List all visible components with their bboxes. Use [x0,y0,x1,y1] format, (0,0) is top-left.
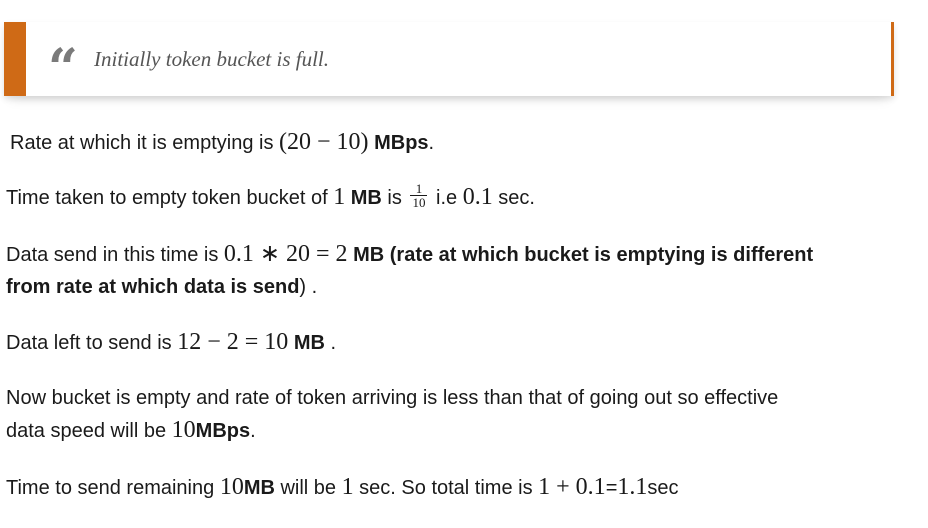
bold-text: MBps [195,420,251,442]
text: ) . [299,276,318,298]
text: . [324,332,337,354]
bold-text: from rate at which data is send [6,276,300,298]
text: Time taken to empty token bucket of [6,187,334,209]
text: Time to send remaining [6,477,220,499]
bold-text: MB (rate at which bucket is emptying is … [353,244,814,266]
math: 10 [219,474,244,500]
paragraph-effective-speed: Now bucket is empty and rate of token ar… [6,382,778,447]
quote-text: Initially token bucket is full. [94,47,330,71]
paragraph-rate: Rate at which it is emptying is (20 − 10… [10,126,434,159]
text: Data left to send is [6,332,178,354]
math: 1 + 0.1 [538,474,606,500]
paragraph-data-left: Data left to send is 12 − 2 = 10 MB . [6,326,336,359]
math: 1 [341,474,354,500]
fraction: 1 10 [410,182,428,211]
text: i.e [430,187,463,209]
text: Data send in this time is [6,244,224,266]
text: . [250,420,256,442]
math: 1 [333,184,346,210]
bold-text: MBps [374,132,429,154]
math: 10 [171,417,196,443]
text: = [605,477,618,499]
bold-text: MB [243,477,275,499]
blockquote-accent-bar-left [4,22,26,96]
paragraph-total-time: Time to send remaining 10MB will be 1 se… [6,471,679,504]
text: sec. [492,187,535,209]
text: is [381,187,408,209]
math: 1.1 [617,474,648,500]
text: data speed will be [6,420,172,442]
text: will be [274,477,342,499]
text: sec [647,477,679,499]
fraction-denominator: 10 [412,195,426,211]
bold-text: MB [293,332,325,354]
quote-mark-icon: “ [48,38,78,99]
bold-text: MB [350,187,382,209]
text: . [428,132,435,154]
text: sec. So total time is [353,477,539,499]
text: Now bucket is empty and rate of token ar… [6,387,779,409]
blockquote: “ Initially token bucket is full. [4,22,894,96]
paragraph-time-empty: Time taken to empty token bucket of 1 MB… [6,181,535,214]
fraction-numerator: 1 [410,182,428,197]
blockquote-accent-bar-right [891,22,894,96]
math: 12 − 2 = 10 [177,329,289,355]
text: Rate at which it is emptying is [10,132,279,154]
math: 0.1 ∗ 20 = 2 [223,241,348,267]
math: 0.1 [462,184,493,210]
paragraph-data-send: Data send in this time is 0.1 ∗ 20 = 2 M… [6,238,813,303]
math: (20 − 10) [279,129,369,155]
